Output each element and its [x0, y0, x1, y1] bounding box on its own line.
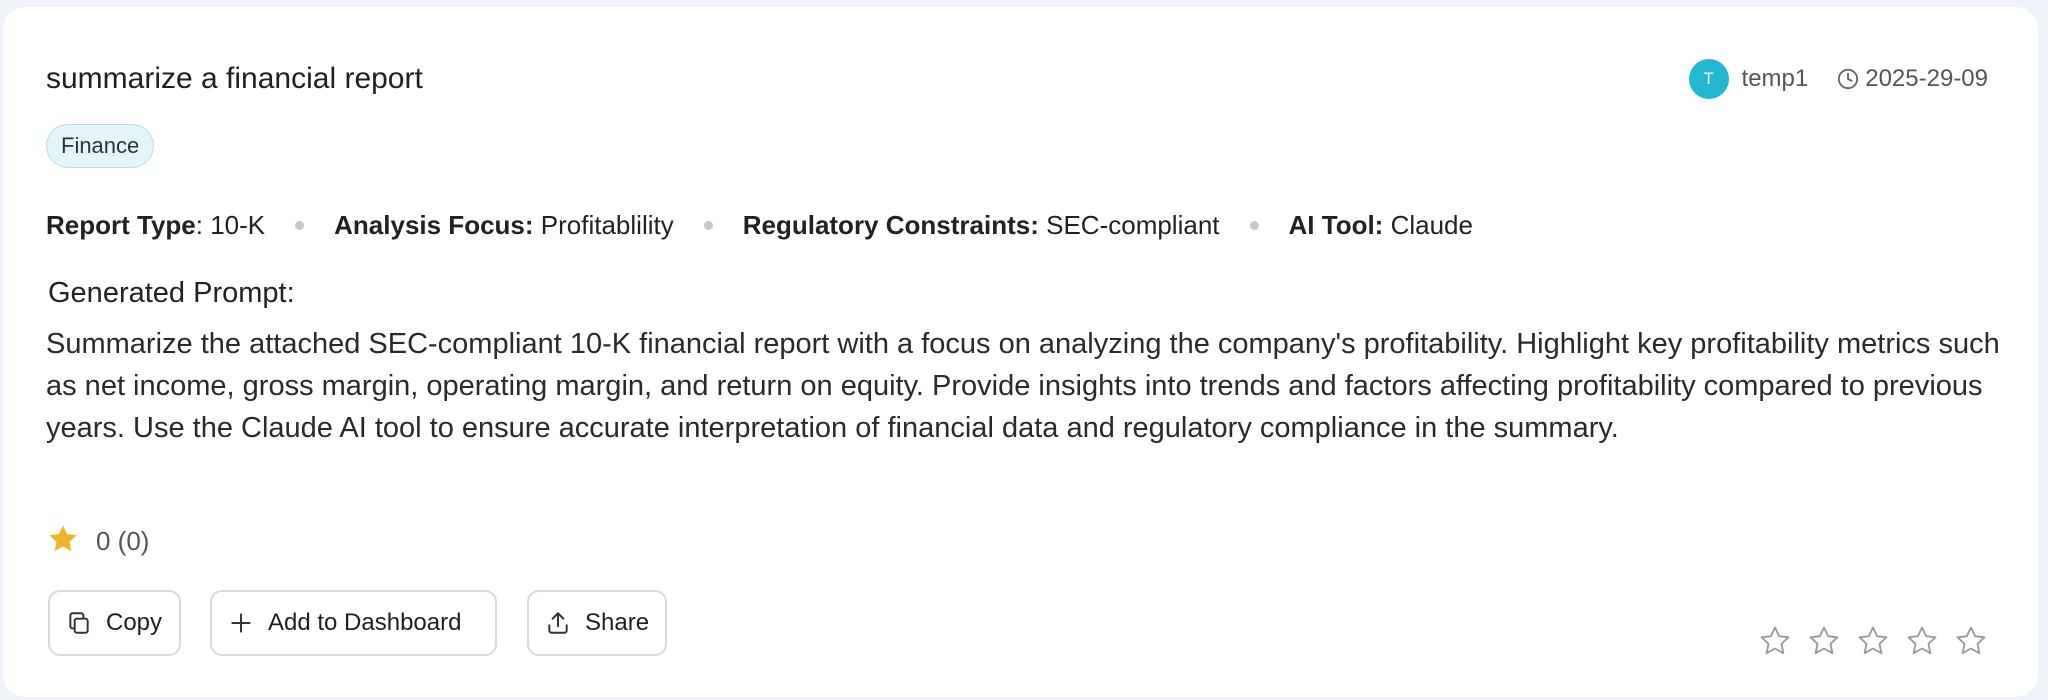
generated-prompt-text: Summarize the attached SEC-compliant 10-… — [46, 328, 2000, 444]
avatar[interactable]: T — [1688, 59, 1729, 99]
param-sep: : — [195, 210, 211, 240]
param-value: Profitablility — [540, 210, 674, 240]
share-label: Share — [585, 609, 650, 636]
prompt-card: summarize a financial report T temp1 202… — [3, 7, 2038, 697]
param-key: AI Tool: — [1288, 210, 1384, 240]
param-key: Regulatory Constraints: — [742, 210, 1039, 240]
username[interactable]: temp1 — [1742, 65, 1809, 93]
param-report-type: Report Type: 10-K — [46, 205, 265, 245]
param-sep — [1383, 210, 1390, 240]
param-value: Claude — [1390, 210, 1473, 240]
star-outline-icon[interactable] — [1758, 624, 1792, 658]
plus-icon — [228, 610, 254, 636]
card-meta: T temp1 2025-29-09 — [1688, 59, 1988, 99]
param-key: Analysis Focus: — [334, 210, 534, 240]
copy-icon — [66, 610, 92, 636]
param-sep — [534, 210, 541, 240]
param-value: 10-K — [210, 210, 266, 240]
add-to-dashboard-button[interactable]: Add to Dashboard — [210, 590, 497, 656]
clock-icon — [1837, 68, 1859, 90]
date-text: 2025-29-09 — [1865, 65, 1988, 92]
param-key: Report Type — [46, 210, 196, 240]
param-ai-tool: AI Tool: Claude — [1289, 205, 1473, 245]
share-button[interactable]: Share — [527, 590, 667, 656]
star-outline-icon[interactable] — [1905, 624, 1939, 658]
user-rating-stars — [1743, 624, 1988, 658]
copy-button[interactable]: Copy — [48, 590, 181, 656]
param-analysis-focus: Analysis Focus: Profitablility — [334, 205, 674, 245]
separator-dot — [703, 220, 713, 230]
star-outline-icon[interactable] — [1807, 624, 1841, 658]
share-icon — [545, 610, 571, 636]
generated-prompt-label: Generated Prompt: — [48, 277, 295, 309]
rating-text: 0 (0) — [96, 526, 150, 556]
separator-dot — [1249, 220, 1259, 230]
params-row: Report Type: 10-K Analysis Focus: Profit… — [46, 205, 1473, 245]
star-outline-icon[interactable] — [1954, 624, 1988, 658]
average-rating: 0 (0) — [46, 522, 149, 561]
separator-dot — [295, 220, 305, 230]
param-regulatory-constraints: Regulatory Constraints: SEC-compliant — [743, 205, 1220, 245]
star-outline-icon[interactable] — [1856, 624, 1890, 658]
category-tag[interactable]: Finance — [46, 124, 155, 168]
add-label: Add to Dashboard — [268, 609, 462, 636]
card-title: summarize a financial report — [46, 62, 423, 95]
star-icon — [46, 522, 80, 561]
copy-label: Copy — [106, 609, 163, 636]
param-value: SEC-compliant — [1046, 210, 1220, 240]
